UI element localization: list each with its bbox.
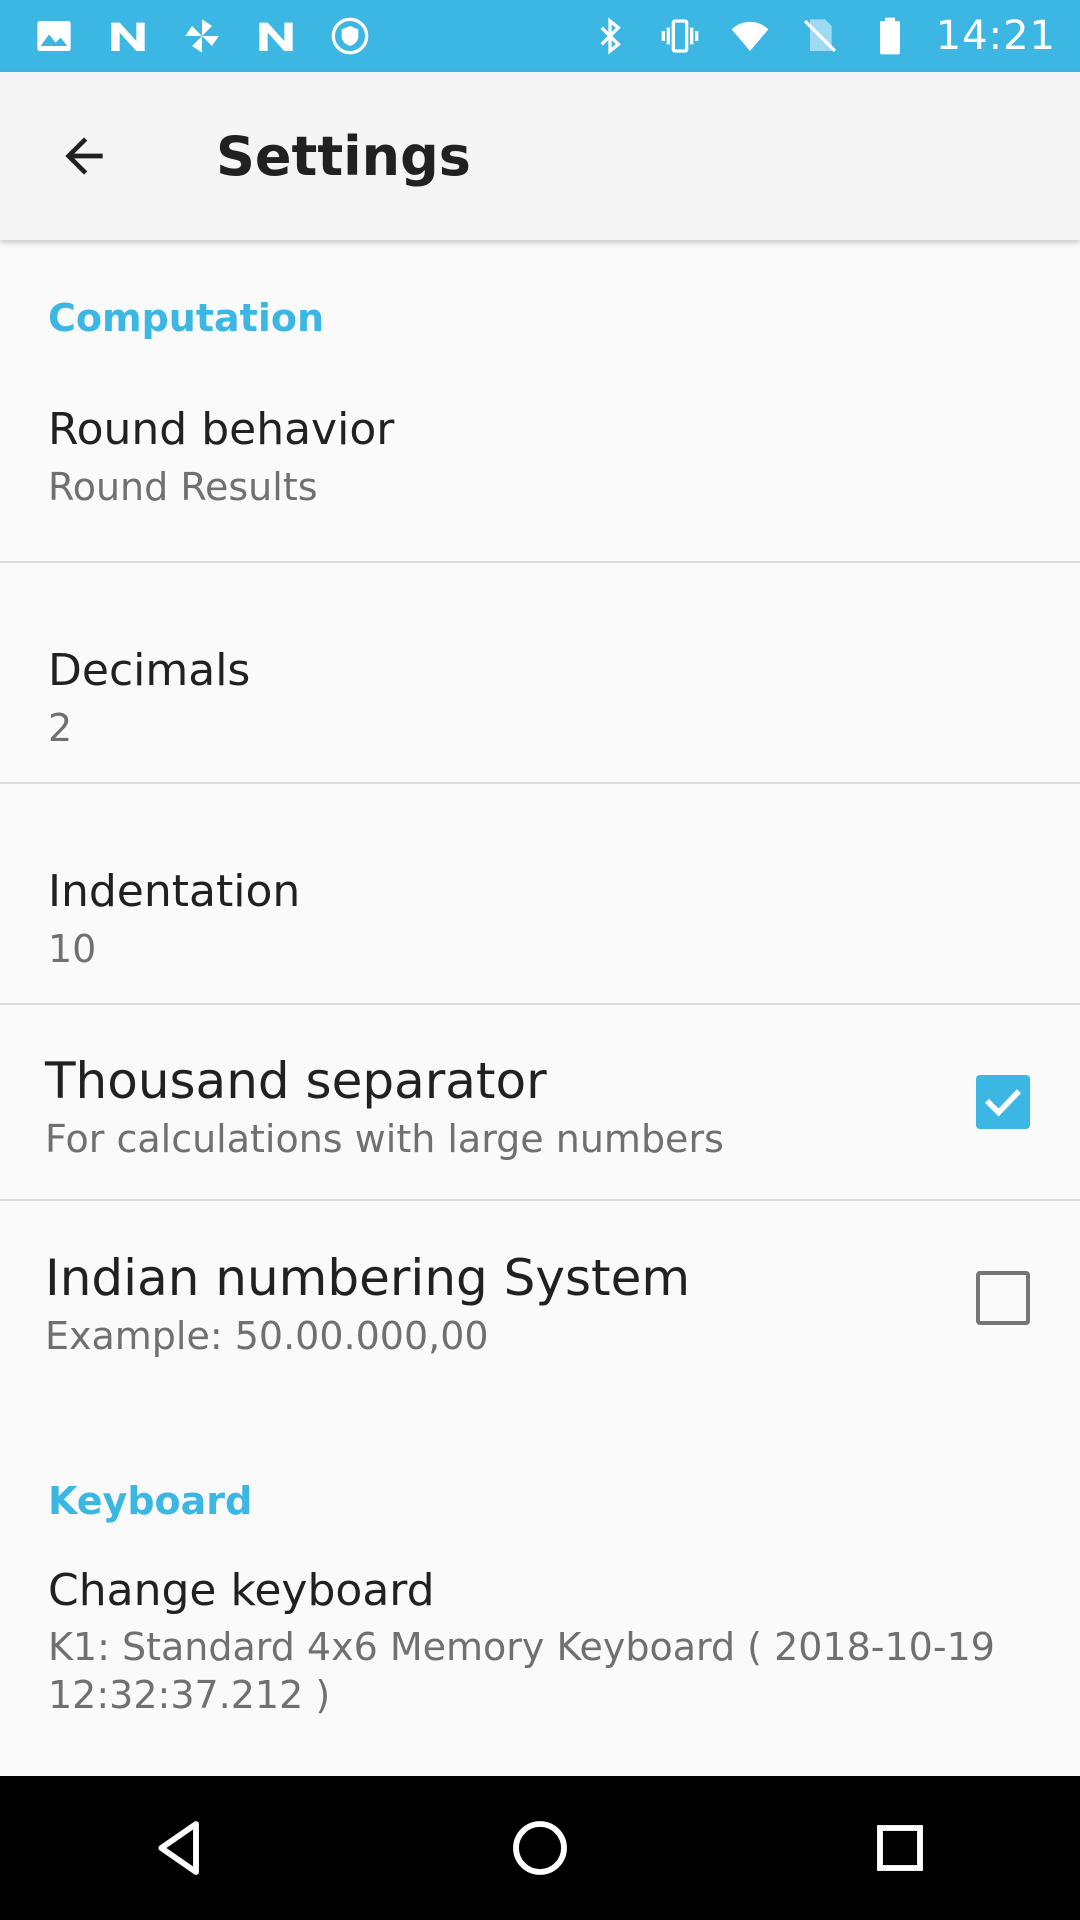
wifi-icon — [730, 16, 770, 56]
pref-title: Indian numbering System — [45, 1249, 691, 1307]
pref-change-keyboard[interactable]: Change keyboard K1: Standard 4x6 Memory … — [0, 1541, 1080, 1781]
category-computation: Computation — [48, 296, 325, 340]
pref-summary: Round Results — [48, 465, 318, 509]
bluetooth-icon — [590, 16, 630, 56]
pref-summary: 10 — [48, 927, 97, 971]
recents-square-icon — [877, 1825, 923, 1871]
pinwheel-icon — [182, 16, 222, 56]
pref-indentation[interactable]: Indentation 10 — [0, 784, 1080, 1005]
page-title: Settings — [216, 124, 471, 188]
nav-back-button[interactable] — [120, 1788, 240, 1908]
image-icon — [34, 16, 74, 56]
thousand-separator-checkbox[interactable] — [976, 1075, 1030, 1129]
nav-recents-button[interactable] — [840, 1788, 960, 1908]
indian-numbering-checkbox[interactable] — [976, 1271, 1030, 1325]
pref-decimals[interactable]: Decimals 2 — [0, 563, 1080, 784]
arrow-left-icon — [65, 137, 103, 175]
checkmark-icon — [985, 1089, 1021, 1117]
pref-summary: 2 — [48, 706, 73, 750]
pref-summary: For calculations with large numbers — [45, 1117, 724, 1161]
pref-thousand-separator[interactable]: Thousand separator For calculations with… — [0, 1005, 1080, 1201]
n-logo-icon — [256, 16, 296, 56]
battery-icon — [870, 16, 910, 56]
category-keyboard: Keyboard — [48, 1479, 253, 1523]
pref-summary: K1: Standard 4x6 Memory Keyboard ( 2018-… — [48, 1625, 995, 1717]
status-time: 14:21 — [935, 13, 1056, 59]
status-bar-system: 14:21 — [560, 13, 1056, 59]
nav-home-button[interactable] — [480, 1788, 600, 1908]
pref-title: Indentation — [48, 866, 301, 917]
status-bar-notifications — [34, 16, 404, 56]
pref-title: Thousand separator — [45, 1052, 547, 1110]
vibrate-icon — [660, 16, 700, 56]
settings-list: Computation Round behavior Round Results… — [0, 240, 1080, 1781]
pref-indian-numbering[interactable]: Indian numbering System Example: 50.00.0… — [0, 1201, 1080, 1397]
screen: 14:21 Settings Computation Round behavio… — [0, 0, 1080, 1920]
home-circle-icon — [513, 1821, 567, 1875]
pref-title: Decimals — [48, 645, 251, 696]
app-bar: Settings — [0, 72, 1080, 240]
pref-title: Change keyboard — [48, 1565, 435, 1616]
status-bar: 14:21 — [0, 0, 1080, 72]
no-sim-icon — [800, 16, 840, 56]
shield-icon — [330, 16, 370, 56]
pref-summary: Example: 50.00.000,00 — [45, 1314, 489, 1358]
pref-title: Round behavior — [48, 404, 395, 455]
navigation-bar — [0, 1776, 1080, 1920]
pref-round-behavior[interactable]: Round behavior Round Results — [0, 364, 1080, 563]
n-logo-icon — [108, 16, 148, 56]
back-triangle-icon — [158, 1821, 199, 1875]
back-button[interactable] — [28, 100, 140, 212]
